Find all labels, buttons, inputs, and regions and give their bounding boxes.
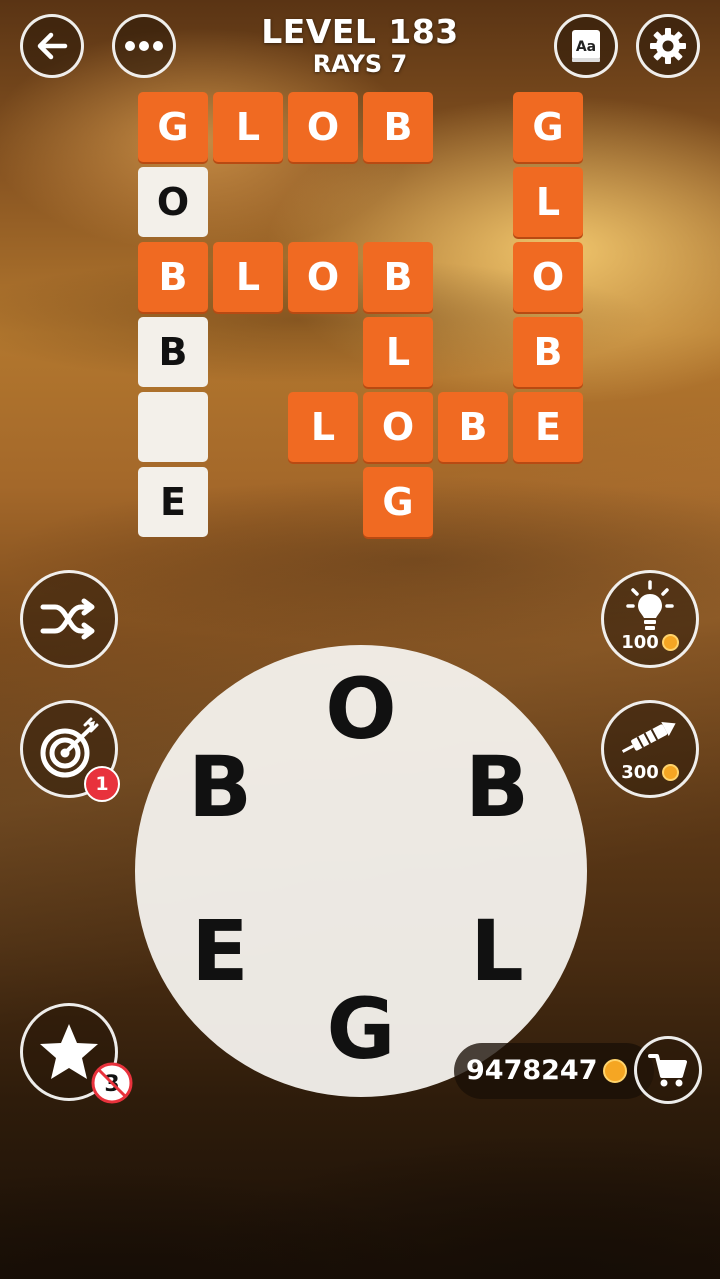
lightbulb-icon <box>626 580 674 630</box>
grid-tile: O <box>138 167 208 237</box>
shuffle-button[interactable] <box>20 570 118 668</box>
hint-cost-value: 100 <box>621 632 659 653</box>
hint-cost: 100 <box>604 632 696 653</box>
grid-tile: B <box>438 392 508 462</box>
gear-icon <box>650 28 686 64</box>
coin-icon <box>602 1058 627 1083</box>
grid-tile: L <box>213 92 283 162</box>
dictionary-icon: Aa <box>572 30 600 62</box>
wheel-letter[interactable]: G <box>311 979 411 1079</box>
coin-icon <box>661 764 679 781</box>
dictionary-button[interactable]: Aa <box>554 14 618 78</box>
grid-tile: G <box>363 467 433 537</box>
grid-tile <box>138 392 208 462</box>
target-count-badge: 1 <box>84 766 120 802</box>
grid-tile: E <box>138 467 208 537</box>
grid-tile: G <box>513 92 583 162</box>
grid-tile: L <box>213 242 283 312</box>
grid-tile: O <box>288 242 358 312</box>
letter-wheel[interactable]: O B L G E B <box>135 645 587 1097</box>
no-ads-badge: 3 <box>91 1062 133 1104</box>
grid-tile: L <box>288 392 358 462</box>
grid-tile: G <box>138 92 208 162</box>
wheel-letter[interactable]: O <box>311 659 411 759</box>
grid-tile: O <box>363 392 433 462</box>
hint-button[interactable]: 100 <box>601 570 699 668</box>
grid-tile: O <box>288 92 358 162</box>
coin-balance: 9478247 <box>466 1055 627 1086</box>
grid-tile: L <box>363 317 433 387</box>
grid-tile: B <box>138 242 208 312</box>
grid-tile: E <box>513 392 583 462</box>
cart-icon <box>648 1054 687 1087</box>
coin-balance-value: 9478247 <box>466 1055 598 1086</box>
rocket-button[interactable]: 300 <box>601 700 699 798</box>
rocket-icon <box>621 721 676 753</box>
grid-tile: B <box>363 92 433 162</box>
shop-button[interactable] <box>634 1036 702 1104</box>
svg-text:Aa: Aa <box>576 39 596 55</box>
coin-icon <box>661 634 679 651</box>
wheel-letter[interactable]: L <box>447 901 547 1001</box>
rocket-cost-value: 300 <box>621 762 659 783</box>
settings-button[interactable] <box>636 14 700 78</box>
shuffle-icon <box>40 598 95 640</box>
rocket-cost: 300 <box>604 762 696 783</box>
wheel-letter[interactable]: E <box>170 901 270 1001</box>
wheel-letter[interactable]: B <box>170 737 270 837</box>
grid-tile: B <box>363 242 433 312</box>
grid-tile: L <box>513 167 583 237</box>
wheel-letter[interactable]: B <box>447 737 547 837</box>
grid-tile: O <box>513 242 583 312</box>
grid-tile: B <box>138 317 208 387</box>
grid-tile: B <box>513 317 583 387</box>
